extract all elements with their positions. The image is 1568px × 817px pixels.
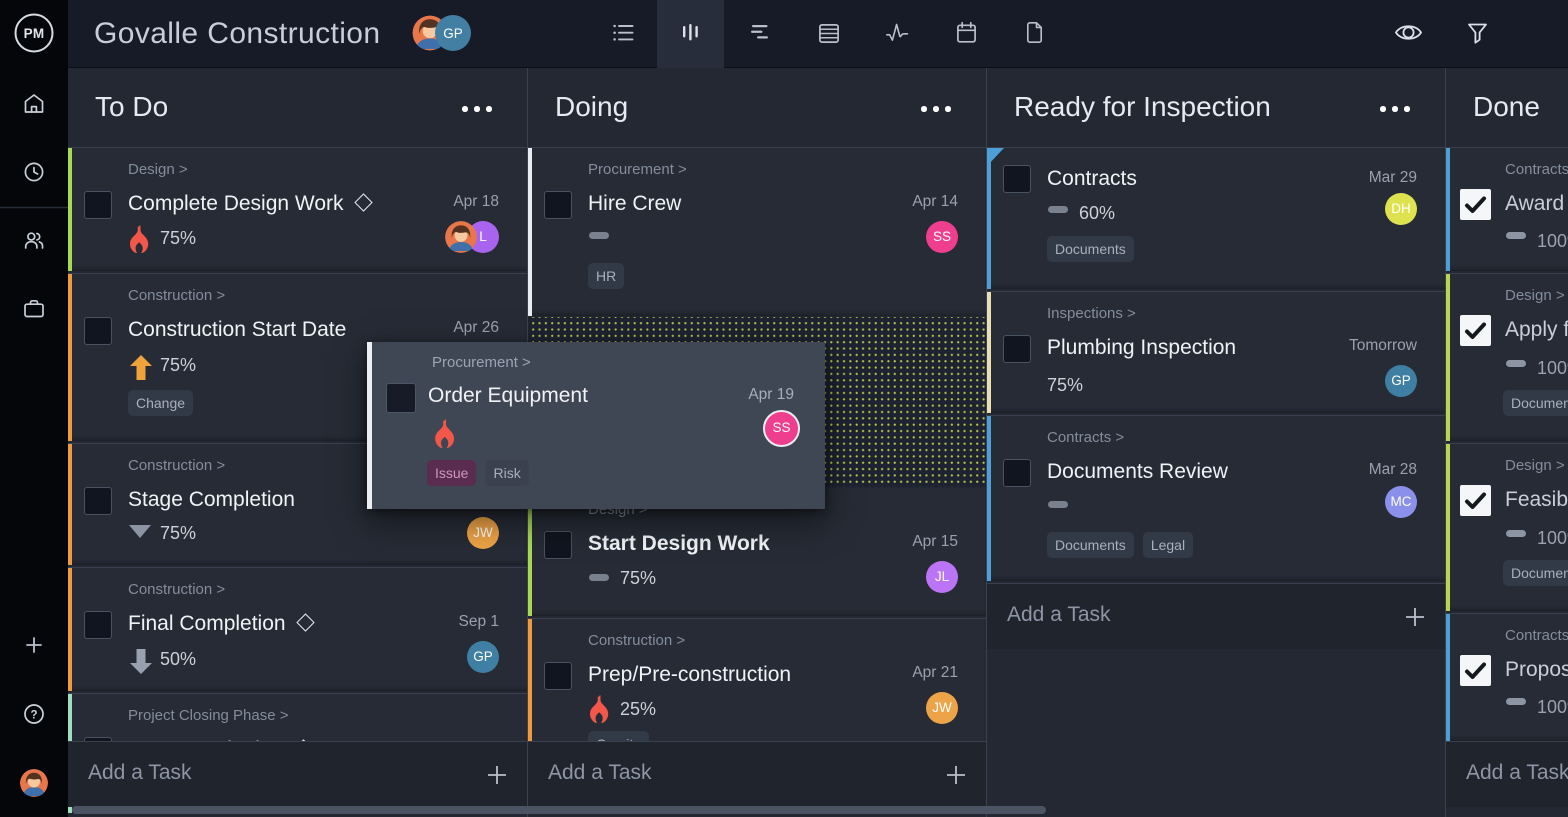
- svg-text:?: ?: [30, 709, 37, 721]
- svg-text:GP: GP: [443, 26, 463, 41]
- svg-text:PM: PM: [24, 26, 45, 41]
